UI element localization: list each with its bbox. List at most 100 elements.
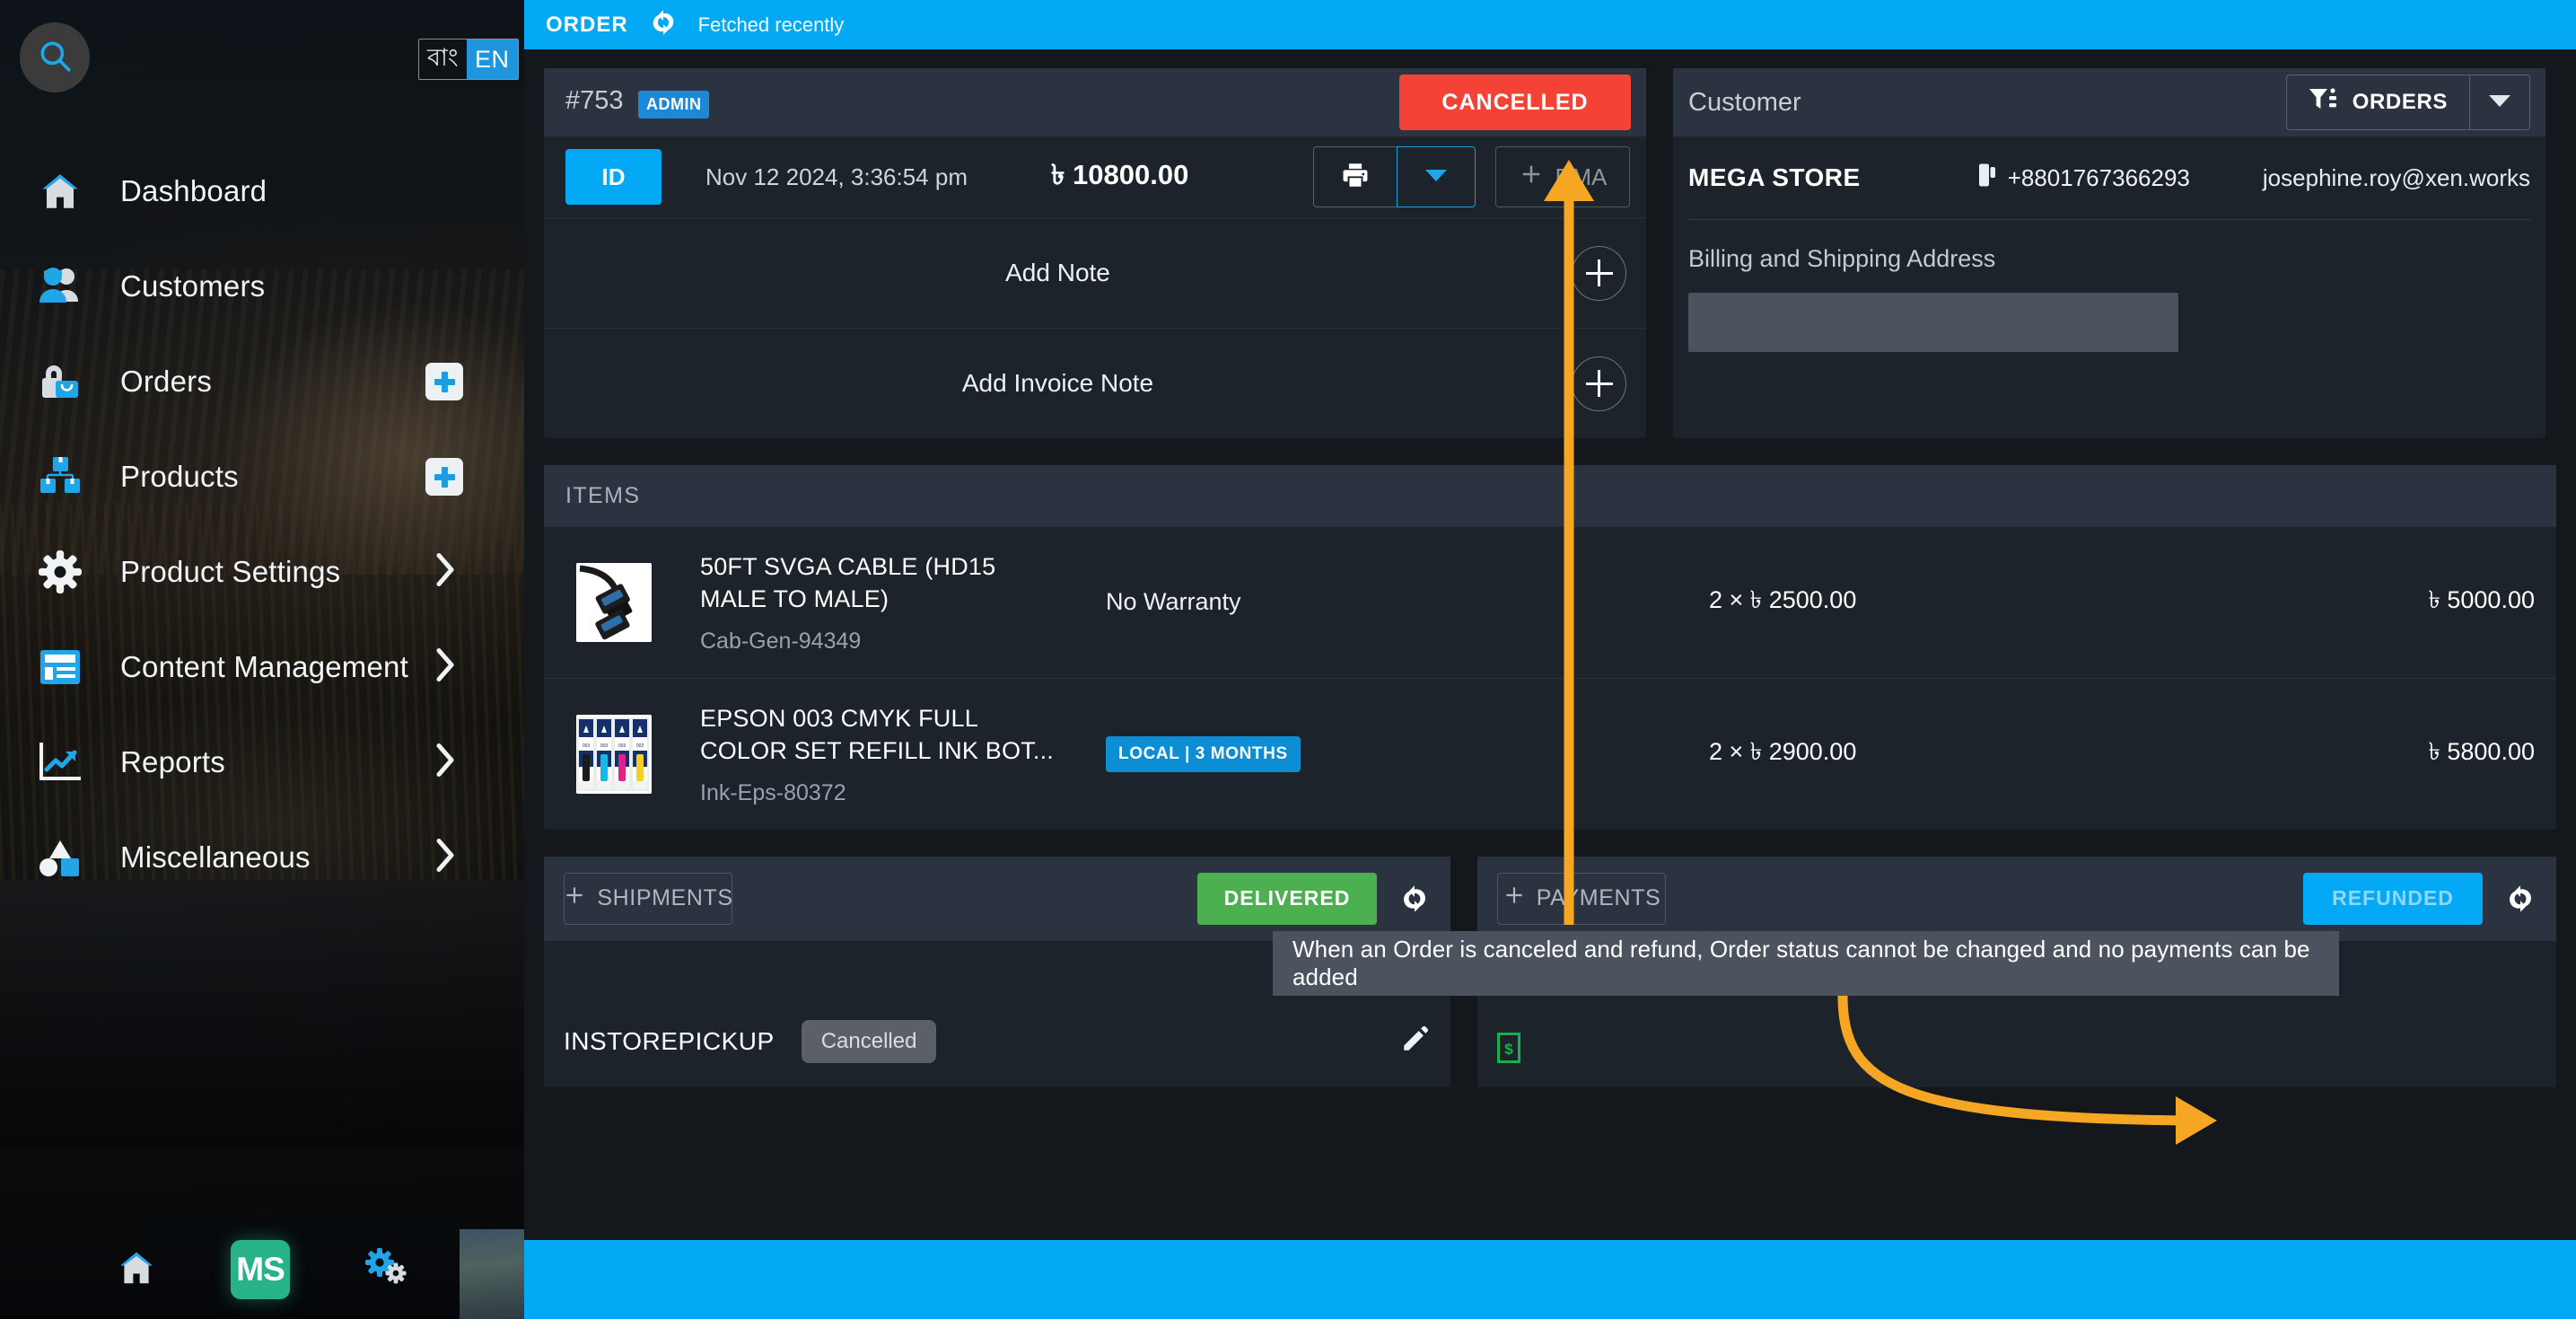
svg-text:003: 003 bbox=[600, 743, 609, 749]
add-shipment-label: SHIPMENTS bbox=[597, 885, 733, 911]
svg-text:003: 003 bbox=[618, 743, 626, 749]
customer-orders-button[interactable]: ORDERS bbox=[2285, 75, 2469, 130]
billing-shipping-address-label: Billing and Shipping Address bbox=[1688, 245, 1996, 272]
table-row[interactable]: 003 003 003 003 EPSON 003 CMYK FULL COLO… bbox=[544, 679, 2556, 830]
warranty-badge: LOCAL | 3 MONTHS bbox=[1106, 735, 1301, 772]
items-heading: ITEMS bbox=[565, 483, 641, 508]
svg-text:003: 003 bbox=[636, 743, 644, 749]
product-thumbnail: 003 003 003 003 bbox=[576, 714, 652, 794]
product-warranty: No Warranty bbox=[1106, 588, 1402, 616]
language-option-english[interactable]: EN bbox=[466, 40, 518, 79]
items-card-header: ITEMS bbox=[544, 465, 2556, 527]
customer-card: Customer ORDERS MEGA STORE +880176736629… bbox=[1673, 68, 2545, 438]
refresh-icon[interactable] bbox=[648, 7, 679, 42]
users-icon bbox=[34, 260, 86, 312]
add-payment-label: PAYMENTS bbox=[1536, 885, 1661, 911]
page-title: ORDER bbox=[546, 12, 628, 37]
order-number-wrap: #753 ADMIN bbox=[565, 85, 710, 119]
product-sku: Cab-Gen-94349 bbox=[700, 628, 862, 654]
table-row[interactable]: 50FT SVGA CABLE (HD15 MALE TO MALE) Cab-… bbox=[544, 527, 2556, 679]
chevron-right-icon bbox=[434, 838, 458, 878]
sidebar-item-label: Miscellaneous bbox=[120, 840, 311, 874]
printer-icon bbox=[1340, 160, 1371, 195]
article-icon bbox=[34, 641, 86, 693]
product-warranty: LOCAL | 3 MONTHS bbox=[1106, 735, 1402, 772]
boxes-icon bbox=[34, 451, 86, 503]
sidebar-item-reports[interactable]: Reports bbox=[0, 715, 524, 810]
sidebar-item-content-management[interactable]: Content Management bbox=[0, 620, 524, 715]
payment-status-button[interactable]: REFUNDED bbox=[2303, 872, 2483, 925]
customer-orders-group: ORDERS bbox=[2285, 75, 2530, 130]
filter-icon bbox=[2309, 86, 2339, 119]
refresh-icon[interactable] bbox=[1398, 883, 1431, 915]
sidebar-item-add-button[interactable] bbox=[425, 363, 463, 400]
items-card: ITEMS 50FT SVGA CABLE (HD15 MALE TO MALE… bbox=[544, 465, 2556, 830]
billing-shipping-address-value bbox=[1688, 293, 2178, 352]
add-payment-button[interactable]: PAYMENTS bbox=[1497, 872, 1666, 925]
product-info: EPSON 003 CMYK FULL COLOR SET REFILL INK… bbox=[700, 702, 1059, 806]
page-topbar: ORDER Fetched recently bbox=[524, 0, 2576, 49]
order-date: Nov 12 2024, 3:36:54 pm bbox=[705, 163, 968, 190]
app-tile-ms[interactable]: MS bbox=[231, 1240, 290, 1299]
annotation-tooltip-text: When an Order is canceled and refund, Or… bbox=[1292, 936, 2310, 990]
svg-text:003: 003 bbox=[583, 743, 591, 749]
shipment-status-button[interactable]: DELIVERED bbox=[1197, 872, 1377, 925]
sidebar-item-customers[interactable]: Customers bbox=[0, 239, 524, 334]
bag-lock-icon bbox=[34, 356, 86, 408]
plus-icon bbox=[1503, 884, 1526, 913]
language-toggle[interactable]: বাং EN bbox=[418, 39, 519, 80]
print-button[interactable] bbox=[1313, 146, 1397, 207]
customer-heading: Customer bbox=[1688, 87, 1801, 117]
sidebar-item-label: Content Management bbox=[120, 650, 408, 683]
customer-name: MEGA STORE bbox=[1688, 163, 1861, 191]
product-name: 50FT SVGA CABLE (HD15 MALE TO MALE) bbox=[700, 553, 996, 613]
add-rma-label: RMA bbox=[1555, 163, 1608, 190]
sidebar-item-miscellaneous[interactable]: Miscellaneous bbox=[0, 810, 524, 905]
product-unit-price: 2 × ৳ 2500.00 bbox=[1709, 586, 1857, 614]
refresh-icon[interactable] bbox=[2504, 883, 2537, 915]
order-status-button[interactable]: CANCELLED bbox=[1399, 75, 1631, 130]
sidebar-item-orders[interactable]: Orders bbox=[0, 334, 524, 429]
customer-phone[interactable]: +8801767366293 bbox=[1977, 163, 2190, 194]
add-shipment-button[interactable]: SHIPMENTS bbox=[563, 872, 733, 925]
print-options-button[interactable] bbox=[1397, 146, 1476, 207]
sidebar-item-label: Product Settings bbox=[120, 555, 341, 588]
add-invoice-note-button[interactable] bbox=[1572, 356, 1626, 411]
plus-icon bbox=[1519, 162, 1544, 193]
search-icon bbox=[36, 37, 74, 79]
language-option-bangla[interactable]: বাং bbox=[419, 40, 467, 79]
customer-contact-line: MEGA STORE +8801767366293 josephine.roy@… bbox=[1688, 136, 2530, 220]
plus-icon bbox=[563, 884, 586, 913]
phone-icon bbox=[1977, 163, 1997, 194]
add-invoice-note-row[interactable]: Add Invoice Note bbox=[544, 328, 1646, 438]
order-summary-row: ID Nov 12 2024, 3:36:54 pm ৳ 10800.00 RM… bbox=[544, 136, 1646, 217]
product-line-total: ৳ 5800.00 bbox=[2428, 738, 2535, 766]
customer-email[interactable]: josephine.roy@xen.works bbox=[2263, 164, 2530, 192]
customer-orders-dropdown[interactable] bbox=[2469, 75, 2530, 130]
customer-phone-number: +8801767366293 bbox=[2007, 163, 2190, 191]
shipments-header: SHIPMENTS DELIVERED bbox=[544, 856, 1450, 941]
chevron-right-icon bbox=[434, 647, 458, 688]
chevron-right-icon bbox=[434, 552, 458, 593]
pencil-icon[interactable] bbox=[1400, 1024, 1431, 1059]
sidebar-item-dashboard[interactable]: Dashboard bbox=[0, 144, 524, 239]
shipment-state-badge: Cancelled bbox=[801, 1019, 937, 1063]
order-total: ৳ 10800.00 bbox=[1050, 159, 1189, 190]
sidebar-item-add-button[interactable] bbox=[425, 458, 463, 496]
search-button[interactable] bbox=[20, 22, 90, 92]
sidebar-item-label: Dashboard bbox=[120, 174, 267, 207]
sidebar-item-product-settings[interactable]: Product Settings bbox=[0, 524, 524, 620]
taskbar: MS bbox=[0, 1220, 524, 1319]
order-card: #753 ADMIN CANCELLED ID Nov 12 2024, 3:3… bbox=[544, 68, 1646, 438]
add-note-button[interactable] bbox=[1572, 245, 1626, 301]
add-note-row[interactable]: Add Note bbox=[544, 217, 1646, 328]
product-line-total: ৳ 5000.00 bbox=[2428, 586, 2535, 614]
order-number: #753 bbox=[565, 85, 624, 115]
add-rma-button[interactable]: RMA bbox=[1495, 146, 1630, 207]
add-invoice-note-label: Add Invoice Note bbox=[961, 369, 1154, 397]
gears-icon[interactable] bbox=[364, 1247, 408, 1293]
sidebar-item-products[interactable]: Products bbox=[0, 429, 524, 524]
order-id-chip[interactable]: ID bbox=[565, 149, 662, 205]
svg-text:$: $ bbox=[1504, 1041, 1513, 1058]
home-icon[interactable] bbox=[116, 1247, 157, 1293]
